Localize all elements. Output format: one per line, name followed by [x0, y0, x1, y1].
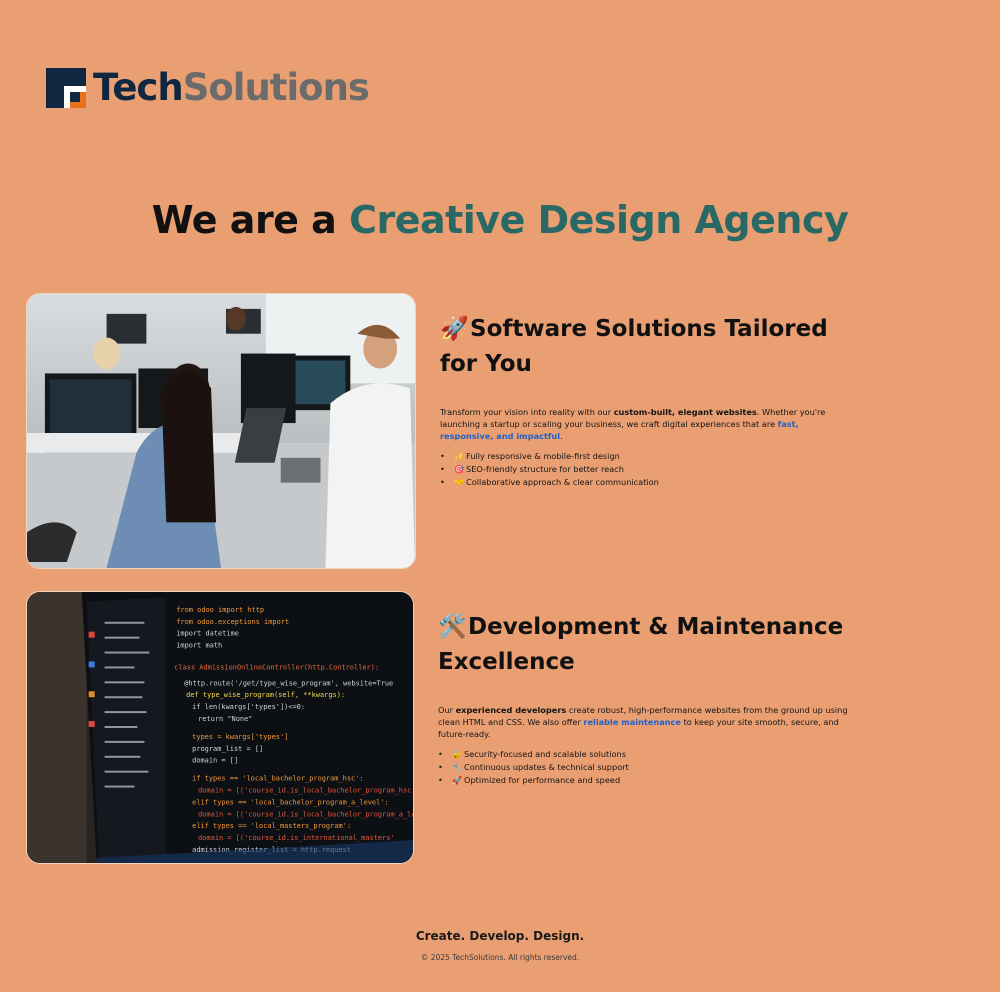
svg-text:@http.route('/get/type_wise_pr: @http.route('/get/type_wise_program', we…	[184, 679, 393, 687]
rocket-icon: 🚀	[452, 776, 462, 785]
svg-text:domain = [('course_id.is_local: domain = [('course_id.is_local_bachelor_…	[198, 787, 413, 795]
section1-title-text: Software Solutions Tailored for You	[440, 316, 828, 377]
svg-text:elif types == 'local_bachelor_: elif types == 'local_bachelor_program_a_…	[192, 798, 389, 806]
section2-body-text: Our	[438, 705, 456, 715]
hero-prefix: We are a	[151, 198, 350, 242]
hero-accent: Creative Design Agency	[349, 198, 849, 242]
section1-body-text-3: .	[560, 431, 563, 441]
section1-feature-list: ✨Fully responsive & mobile-first design …	[440, 450, 850, 489]
target-icon: 🎯	[454, 465, 464, 474]
svg-text:domain = [('course_id.is_inter: domain = [('course_id.is_international_m…	[198, 834, 395, 842]
section1-body: Transform your vision into reality with …	[440, 406, 850, 442]
list-item-text: Collaborative approach & clear communica…	[466, 477, 659, 487]
list-item: 🚀Optimized for performance and speed	[438, 774, 848, 787]
brand-name: TechSolutions	[93, 66, 370, 109]
section1-title: 🚀Software Solutions Tailored for You	[440, 312, 850, 382]
section2-body-bold: experienced developers	[455, 705, 567, 715]
section1-body-bold: custom-built, elegant websites	[613, 407, 757, 417]
tools-icon: 🛠️	[438, 614, 467, 640]
techsolutions-logo-icon	[46, 67, 86, 108]
svg-text:from odoo import http: from odoo import http	[176, 606, 264, 614]
list-item: 🎯SEO-friendly structure for better reach	[440, 463, 850, 476]
brand-name-part1: Tech	[93, 66, 184, 109]
svg-text:domain = []: domain = []	[192, 757, 238, 765]
section2-body-highlight: reliable maintenance	[583, 717, 681, 727]
list-item-text: Fully responsive & mobile-first design	[466, 451, 620, 461]
list-item-text: Security-focused and scalable solutions	[464, 749, 626, 759]
list-item-text: Optimized for performance and speed	[464, 775, 621, 785]
section2-title: 🛠️Development & Maintenance Excellence	[438, 610, 848, 680]
footer-tagline: Create. Develop. Design.	[415, 929, 585, 943]
list-item-text: SEO-friendly structure for better reach	[466, 464, 624, 474]
svg-text:if types == 'local_bachelor_pr: if types == 'local_bachelor_program_hsc'…	[192, 775, 363, 783]
office-developers-photo	[26, 293, 416, 569]
svg-text:types = kwargs['types']: types = kwargs['types']	[192, 733, 288, 741]
svg-text:import math: import math	[176, 642, 222, 650]
section2-title-text: Development & Maintenance Excellence	[438, 614, 844, 675]
svg-text:elif types == 'local_masters_p: elif types == 'local_masters_program':	[192, 822, 351, 830]
rocket-icon: 🚀	[440, 316, 469, 342]
list-item: 🔧Continuous updates & technical support	[438, 761, 848, 774]
brand-logo[interactable]: TechSolutions	[46, 66, 370, 109]
list-item: 🤝Collaborative approach & clear communic…	[440, 476, 850, 489]
sparkles-icon: ✨	[454, 452, 464, 461]
section1-body-text: Transform your vision into reality with …	[440, 407, 614, 417]
hero-heading: We are a Creative Design Agency	[0, 198, 1000, 242]
section-development-maintenance: 🛠️Development & Maintenance Excellence O…	[438, 610, 848, 787]
svg-text:def type_wise_program(self, **: def type_wise_program(self, **kwargs):	[186, 691, 345, 699]
lock-icon: 🔐	[452, 750, 462, 759]
svg-text:class AdmissionOnlineControlle: class AdmissionOnlineController(http.Con…	[174, 663, 379, 671]
list-item: 🔐Security-focused and scalable solutions	[438, 748, 848, 761]
code-screen-photo: from odoo import http from odoo.exceptio…	[26, 591, 414, 864]
svg-text:from odoo.exceptions import: from odoo.exceptions import	[176, 618, 289, 626]
page: TechSolutions We are a Creative Design A…	[0, 0, 1000, 992]
svg-text:import datetime: import datetime	[176, 630, 239, 638]
footer-copyright: © 2025 TechSolutions. All rights reserve…	[420, 953, 580, 962]
list-item-text: Continuous updates & technical support	[464, 762, 629, 772]
list-item: ✨Fully responsive & mobile-first design	[440, 450, 850, 463]
svg-text:domain = [('course_id.is_local: domain = [('course_id.is_local_bachelor_…	[198, 810, 413, 818]
brand-name-part2: Solutions	[182, 66, 370, 109]
svg-text:if len(kwargs['types'])<=0:: if len(kwargs['types'])<=0:	[192, 703, 305, 711]
section-software-solutions: 🚀Software Solutions Tailored for You Tra…	[440, 312, 850, 489]
svg-text:program_list = []: program_list = []	[192, 745, 263, 753]
section2-body: Our experienced developers create robust…	[438, 704, 848, 740]
svg-text:return "None": return "None"	[198, 715, 252, 723]
wrench-icon: 🔧	[452, 763, 462, 772]
section2-feature-list: 🔐Security-focused and scalable solutions…	[438, 748, 848, 787]
handshake-icon: 🤝	[454, 478, 464, 487]
